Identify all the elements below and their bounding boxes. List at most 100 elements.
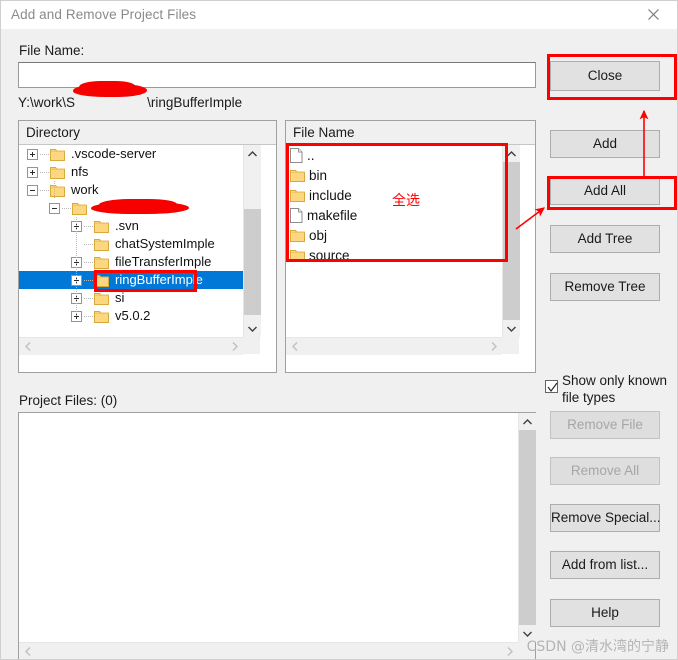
- directory-tree-item[interactable]: ringBufferImple: [19, 271, 243, 289]
- checkbox-box[interactable]: [545, 380, 558, 393]
- tree-connector: [84, 297, 93, 299]
- add-all-button[interactable]: Add All: [550, 177, 660, 205]
- directory-tree-item-label: si: [115, 290, 125, 305]
- tree-connector: [84, 225, 93, 227]
- checkbox-label: Show only known file types: [562, 373, 668, 405]
- folder-icon: [50, 184, 65, 197]
- directory-tree-item[interactable]: .vscode-server: [19, 145, 243, 163]
- folder-icon: [50, 148, 65, 161]
- file-list-item[interactable]: obj: [286, 225, 502, 245]
- scroll-right-icon[interactable]: [485, 338, 502, 355]
- directory-tree-item[interactable]: [19, 199, 243, 217]
- remove-file-button[interactable]: Remove File: [550, 411, 660, 439]
- collapse-icon[interactable]: [49, 202, 60, 214]
- file-list-item-label: include: [309, 187, 352, 203]
- directory-tree-item-label: nfs: [71, 164, 89, 179]
- directory-panel-header: Directory: [19, 121, 276, 145]
- file-list-item-label: obj: [309, 227, 328, 243]
- help-button[interactable]: Help: [550, 599, 660, 627]
- directory-tree-item[interactable]: v5.0.2: [19, 307, 243, 325]
- file-vscrollbar[interactable]: [502, 145, 520, 337]
- dialog-body: File Name: Y:\work\SXXXXXXXX\ringBufferI…: [1, 29, 677, 659]
- scroll-right-icon[interactable]: [501, 643, 518, 659]
- tree-guide-line: [76, 217, 77, 317]
- close-button[interactable]: Close: [550, 61, 660, 91]
- directory-tree-item[interactable]: si: [19, 289, 243, 307]
- file-scroll-thumb[interactable]: [503, 162, 520, 320]
- scroll-up-icon[interactable]: [503, 145, 520, 162]
- scroll-right-icon[interactable]: [226, 338, 243, 355]
- file-name-panel: File Name .. bin include makefile obj source: [285, 120, 536, 373]
- add-tree-button[interactable]: Add Tree: [550, 225, 660, 253]
- scroll-left-icon[interactable]: [286, 338, 303, 355]
- directory-tree-item-label: work: [71, 182, 99, 197]
- file-list-item-label: bin: [309, 167, 328, 183]
- scroll-left-icon[interactable]: [19, 643, 36, 659]
- directory-tree-item[interactable]: nfs: [19, 163, 243, 181]
- folder-icon: [94, 256, 109, 269]
- tree-connector: [84, 279, 93, 281]
- scroll-down-icon[interactable]: [244, 320, 261, 337]
- check-icon: [547, 382, 558, 392]
- folder-icon: [290, 249, 305, 262]
- folder-icon: [94, 238, 109, 251]
- file-icon: [290, 207, 303, 223]
- remove-special-button[interactable]: Remove Special...: [550, 504, 661, 532]
- directory-tree[interactable]: .vscode-server nfs work .svn chatSystemImple…: [19, 145, 243, 337]
- file-list-item[interactable]: source: [286, 245, 502, 265]
- directory-panel: Directory .vscode-server nfs work .svn chatS…: [18, 120, 277, 373]
- folder-icon: [290, 229, 305, 242]
- file-list[interactable]: .. bin include makefile obj source: [286, 145, 502, 337]
- folder-icon: [94, 310, 109, 323]
- file-list-item[interactable]: makefile: [286, 205, 502, 225]
- directory-scroll-thumb[interactable]: [244, 209, 261, 315]
- file-list-item-label: source: [309, 247, 350, 263]
- directory-tree-item[interactable]: .svn: [19, 217, 243, 235]
- remove-all-button[interactable]: Remove All: [550, 457, 660, 485]
- scroll-up-icon[interactable]: [244, 145, 261, 162]
- directory-tree-item-label: .svn: [115, 218, 139, 233]
- scroll-up-icon[interactable]: [519, 413, 536, 430]
- expand-icon[interactable]: [27, 148, 38, 160]
- file-list-item-label: ..: [307, 147, 315, 163]
- project-files-label: Project Files: (0): [19, 393, 118, 408]
- folder-icon: [94, 274, 109, 287]
- directory-scroll-corner: [243, 337, 260, 354]
- file-list-item[interactable]: ..: [286, 145, 502, 165]
- file-name-label: File Name:: [19, 43, 85, 58]
- tree-connector: [84, 243, 93, 245]
- file-list-item[interactable]: include: [286, 185, 502, 205]
- project-files-vscrollbar[interactable]: [518, 413, 536, 642]
- window-title: Add and Remove Project Files: [11, 7, 197, 22]
- file-name-panel-header: File Name: [286, 121, 535, 145]
- directory-tree-item[interactable]: work: [19, 181, 243, 199]
- file-scroll-corner: [502, 337, 519, 354]
- close-icon[interactable]: [631, 1, 675, 28]
- directory-tree-item[interactable]: fileTransferImple: [19, 253, 243, 271]
- folder-icon: [50, 166, 65, 179]
- collapse-icon[interactable]: [27, 184, 38, 196]
- expand-icon[interactable]: [27, 166, 38, 178]
- folder-icon: [72, 202, 87, 215]
- file-icon: [290, 147, 303, 163]
- tree-guide-line: [54, 181, 55, 199]
- directory-tree-item-label: chatSystemImple: [115, 236, 215, 251]
- project-files-scroll-thumb[interactable]: [519, 430, 536, 625]
- scroll-left-icon[interactable]: [19, 338, 36, 355]
- file-hscrollbar[interactable]: [286, 337, 502, 355]
- scroll-down-icon[interactable]: [503, 320, 520, 337]
- directory-vscrollbar[interactable]: [243, 145, 261, 337]
- directory-tree-item-label: fileTransferImple: [115, 254, 212, 269]
- directory-tree-item[interactable]: chatSystemImple: [19, 235, 243, 253]
- project-files-hscrollbar[interactable]: [19, 642, 518, 659]
- directory-hscrollbar[interactable]: [19, 337, 243, 355]
- add-button[interactable]: Add: [550, 130, 660, 158]
- project-files-list[interactable]: [19, 413, 518, 642]
- tree-connector: [40, 189, 49, 191]
- directory-tree-item-label: [91, 199, 193, 215]
- remove-tree-button[interactable]: Remove Tree: [550, 273, 660, 301]
- current-path-label: Y:\work\SXXXXXXXX\ringBufferImple: [18, 81, 242, 110]
- file-list-item[interactable]: bin: [286, 165, 502, 185]
- directory-tree-item-label: v5.0.2: [115, 308, 151, 323]
- add-from-list-button[interactable]: Add from list...: [550, 551, 660, 579]
